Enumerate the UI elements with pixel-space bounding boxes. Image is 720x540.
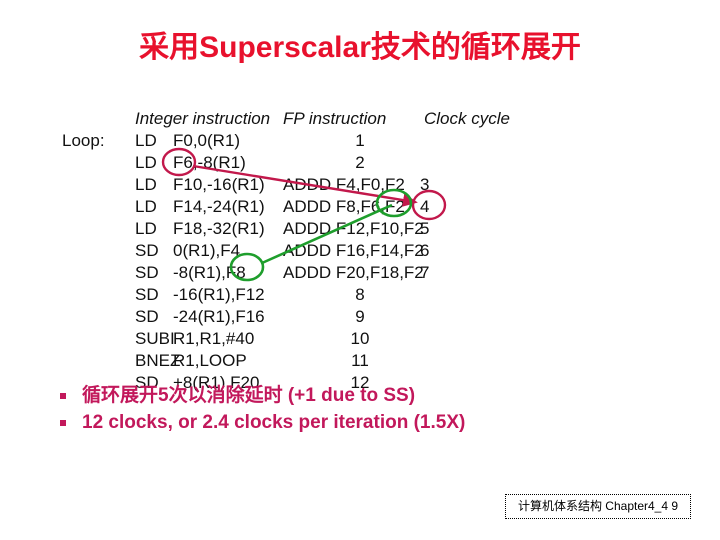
table-row: SD -24(R1),F16 9 (0, 306, 720, 328)
instruction-opcode: SD (135, 307, 159, 326)
fp-instruction: ADDD F8,F6,F2 (283, 197, 405, 216)
clock-cycle-value: 8 (355, 285, 365, 304)
clock-cycle-value: 10 (350, 329, 370, 348)
instruction-operands: 0(R1),F4 (173, 241, 241, 260)
column-header-integer-instruction: Integer instruction (135, 109, 271, 128)
instruction-opcode: SD (135, 241, 159, 260)
instruction-opcode: LD (135, 175, 157, 194)
table-row: SD -8(R1),F8 ADDD F20,F18,F2 7 (0, 262, 720, 284)
table-row: LD F14,-24(R1) ADDD F8,F6,F2 4 (0, 196, 720, 218)
clock-cycle-value: 4 (420, 197, 430, 216)
clock-cycle-value: 6 (420, 241, 430, 260)
fp-instruction: ADDD F12,F10,F2 (283, 219, 424, 238)
loop-label: Loop: (62, 131, 105, 150)
table-row: LD F10,-16(R1) ADDD F4,F0,F2 3 (0, 174, 720, 196)
clock-cycle-value: 2 (355, 153, 365, 172)
instruction-operands: F0,0(R1) (173, 131, 241, 150)
clock-cycle-value: 1 (355, 131, 365, 150)
clock-cycle-value: 11 (351, 351, 369, 370)
clock-cycle-value: 3 (420, 175, 430, 194)
page-title: 采用Superscalar技术的循环展开 (139, 31, 581, 64)
bullet-list: 循环展开5次以消除延时 (+1 due to SS) 12 clocks, or… (52, 382, 692, 436)
instruction-opcode: SUBI (135, 329, 175, 348)
instruction-operands: -8(R1),F8 (173, 263, 246, 282)
table-row: Loop: LD F0,0(R1) 1 (0, 130, 720, 152)
list-item: 12 clocks, or 2.4 clocks per iteration (… (52, 409, 692, 436)
table-row: LD F6,-8(R1) 2 (0, 152, 720, 174)
fp-instruction: ADDD F16,F14,F2 (283, 241, 424, 260)
slide-canvas: 采用Superscalar技术的循环展开 Integer instruction… (0, 0, 720, 540)
table-row: LD F18,-32(R1) ADDD F12,F10,F2 5 (0, 218, 720, 240)
list-item: 循环展开5次以消除延时 (+1 due to SS) (52, 382, 692, 409)
bullet-text: 12 clocks, or 2.4 clocks per iteration (… (82, 412, 466, 433)
instruction-operands: R1,LOOP (173, 351, 247, 370)
instruction-operands: F10,-16(R1) (173, 175, 265, 194)
slide-footer: 计算机体系结构 Chapter4_4 9 (505, 494, 691, 519)
bullet-marker-icon (60, 420, 66, 426)
bullet-text: 循环展开5次以消除延时 (+1 due to SS) (82, 385, 416, 406)
fp-instruction: ADDD F20,F18,F2 (283, 263, 424, 282)
instruction-operands: -16(R1),F12 (173, 285, 265, 304)
table-row: SD 0(R1),F4 ADDD F16,F14,F2 6 (0, 240, 720, 262)
clock-cycle-value: 5 (420, 219, 430, 238)
instruction-opcode: SD (135, 263, 159, 282)
instruction-operands: F6,-8(R1) (173, 153, 246, 172)
column-header-clock-cycle: Clock cycle (424, 109, 510, 128)
instruction-operands: R1,R1,#40 (173, 329, 255, 348)
instruction-operands: F18,-32(R1) (173, 219, 265, 238)
table-header-row: Integer instruction FP instruction Clock… (0, 108, 720, 130)
instruction-operands: F14,-24(R1) (173, 197, 265, 216)
column-header-fp-instruction: FP instruction (283, 109, 387, 128)
instruction-opcode: LD (135, 131, 157, 150)
instruction-operands: -24(R1),F16 (173, 307, 265, 326)
instruction-opcode: LD (135, 219, 157, 238)
bullet-marker-icon (60, 393, 66, 399)
table-row: BNEZ R1,LOOP 11 (0, 350, 720, 372)
fp-instruction: ADDD F4,F0,F2 (283, 175, 405, 194)
instruction-opcode: LD (135, 153, 157, 172)
clock-cycle-value: 7 (420, 263, 430, 282)
clock-cycle-value: 9 (355, 307, 365, 326)
instruction-schedule-table: Integer instruction FP instruction Clock… (0, 108, 720, 392)
instruction-opcode: LD (135, 197, 157, 216)
instruction-opcode: SD (135, 285, 159, 304)
table-row: SUBI R1,R1,#40 10 (0, 328, 720, 350)
table-row: SD -16(R1),F12 8 (0, 284, 720, 306)
